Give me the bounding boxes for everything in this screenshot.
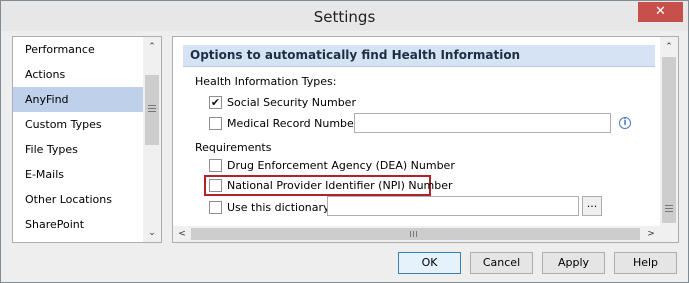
options-panel: Options to automatically find Health Inf… [172, 36, 679, 243]
scroll-left-icon[interactable]: < [174, 226, 190, 242]
scroll-up-icon[interactable]: ⌃ [143, 39, 161, 56]
scrollbar-thumb[interactable] [662, 57, 676, 223]
options-vertical-scrollbar[interactable]: ⌃ [660, 37, 678, 226]
ssn-label: Social Security Number [227, 96, 356, 109]
dictionary-checkbox[interactable] [209, 201, 222, 214]
dea-checkbox[interactable] [209, 159, 222, 172]
info-icon[interactable]: i [619, 117, 631, 129]
scrollbar-corner [660, 226, 678, 242]
options-horizontal-scrollbar[interactable]: < > [173, 226, 660, 242]
category-list[interactable]: Performance Actions AnyFind Custom Types Fil… [12, 36, 162, 243]
dictionary-input[interactable] [327, 196, 579, 216]
mrn-input[interactable] [354, 113, 611, 133]
scrollbar-thumb[interactable] [191, 228, 640, 240]
sidebar-item-sharepoint[interactable]: SharePoint [13, 212, 144, 237]
health-types-label: Health Information Types: [195, 75, 337, 88]
browse-dictionary-button[interactable]: ... [582, 196, 602, 216]
options-content: Options to automatically find Health Inf… [173, 37, 660, 226]
dictionary-label: Use this dictionary: [227, 201, 333, 214]
close-button[interactable]: ✕ [638, 2, 683, 22]
section-header: Options to automatically find Health Inf… [183, 45, 655, 67]
sidebar-item-performance[interactable]: Performance [13, 37, 144, 62]
sidebar-item-file-types[interactable]: File Types [13, 137, 144, 162]
checkmark-icon: ✔ [210, 96, 221, 109]
category-list-scrollbar[interactable]: ⌃ ⌄ [143, 37, 161, 242]
scroll-down-icon[interactable]: ⌄ [143, 225, 161, 242]
ssn-checkbox[interactable]: ✔ [209, 96, 222, 109]
sidebar-item-other-locations[interactable]: Other Locations [13, 187, 144, 212]
close-icon: ✕ [655, 4, 666, 19]
help-button[interactable]: Help [614, 252, 677, 274]
npi-label: National Provider Identifier (NPI) Numbe… [227, 179, 453, 192]
npi-checkbox[interactable] [209, 179, 222, 192]
ok-button[interactable]: OK [398, 252, 461, 274]
scrollbar-thumb[interactable] [145, 75, 159, 145]
section-title: Options to automatically find Health Inf… [190, 48, 521, 62]
scroll-up-icon[interactable]: ⌃ [660, 39, 678, 56]
requirements-label: Requirements [195, 141, 272, 154]
category-items: Performance Actions AnyFind Custom Types Fil… [13, 37, 144, 237]
window-title: Settings [313, 8, 376, 26]
sidebar-item-custom-types[interactable]: Custom Types [13, 112, 144, 137]
scroll-right-icon[interactable]: > [643, 226, 659, 242]
sidebar-item-e-mails[interactable]: E-Mails [13, 162, 144, 187]
apply-button[interactable]: Apply [542, 252, 605, 274]
settings-window: Settings ✕ Performance Actions AnyFind Cust… [0, 0, 689, 283]
mrn-checkbox[interactable] [209, 117, 222, 130]
title-bar: Settings ✕ [1, 1, 688, 31]
sidebar-item-actions[interactable]: Actions [13, 62, 144, 87]
dea-label: Drug Enforcement Agency (DEA) Number [227, 159, 455, 172]
sidebar-item-anyfind[interactable]: AnyFind [13, 87, 144, 112]
cancel-button[interactable]: Cancel [470, 252, 533, 274]
mrn-label: Medical Record Number: [227, 117, 362, 130]
